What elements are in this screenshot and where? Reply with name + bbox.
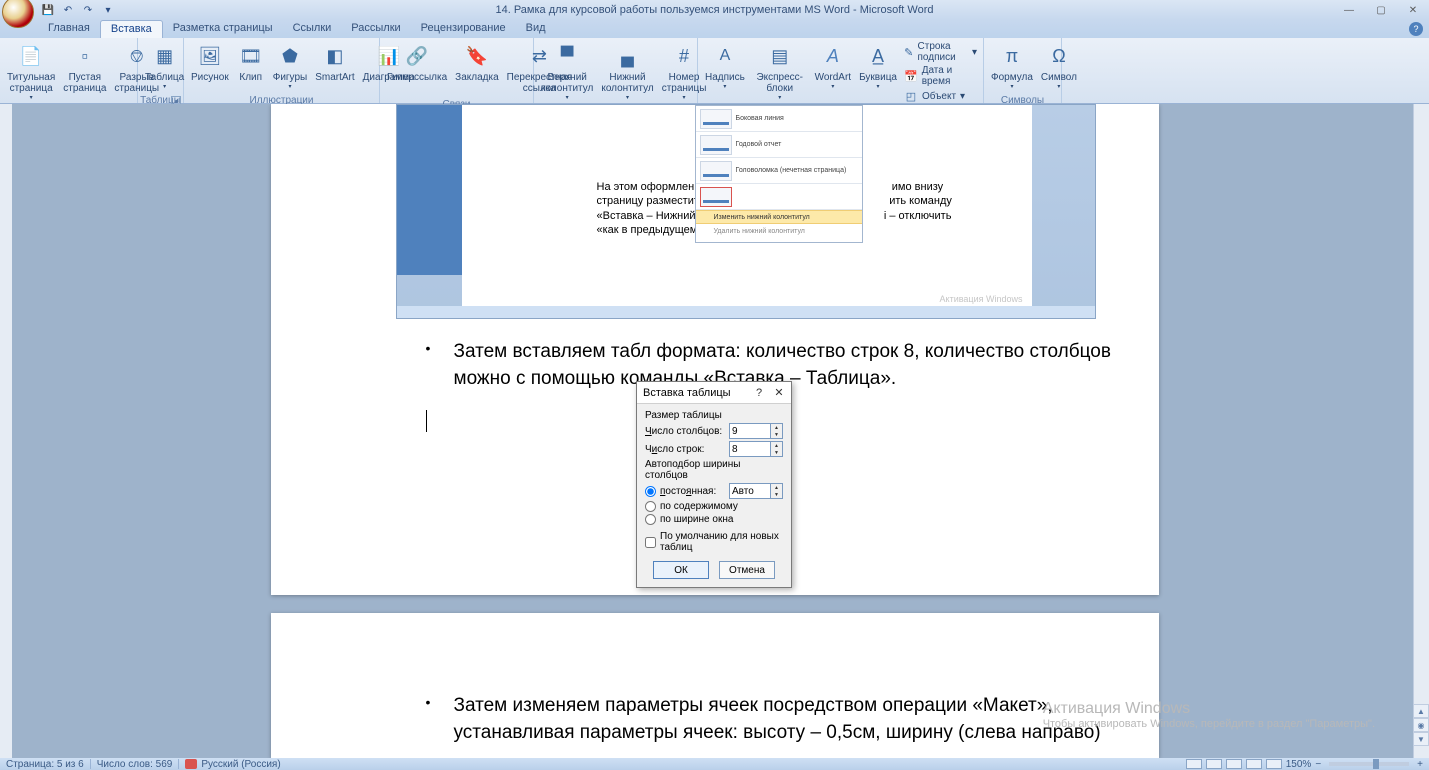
ribbon-tabs: Главная Вставка Разметка страницы Ссылки…	[0, 20, 1429, 38]
hyperlink-button[interactable]: 🔗Гиперссылка	[384, 40, 450, 85]
document-page-next[interactable]: • Затем изменяем параметры ячеек посредс…	[271, 613, 1159, 758]
rows-spin-down[interactable]: ▼	[771, 449, 782, 456]
rows-input[interactable]	[729, 441, 771, 457]
date-time-button[interactable]: 📅Дата и время	[902, 64, 979, 88]
status-wordcount[interactable]: Число слов: 569	[97, 759, 173, 770]
columns-input[interactable]	[729, 423, 771, 439]
view-web[interactable]	[1226, 759, 1242, 769]
textbox-button[interactable]: AНадпись▾	[702, 40, 748, 92]
bookmark-button[interactable]: 🔖Закладка	[452, 40, 501, 85]
radio-fixed[interactable]	[645, 486, 656, 497]
proofing-icon[interactable]	[185, 759, 197, 769]
dialog-size-label: Размер таблицы	[645, 410, 783, 421]
ribbon: 📄Титульная страница▾ ▫Пустая страница ⎊Р…	[0, 38, 1429, 104]
zoom-level[interactable]: 150%	[1286, 759, 1312, 770]
insert-table-dialog: Вставка таблицы ? ✕ Размер таблицы Число…	[636, 381, 792, 588]
signature-line-button[interactable]: ✎Строка подписи ▾	[902, 40, 979, 64]
close-button[interactable]: ✕	[1401, 3, 1425, 17]
view-draft[interactable]	[1266, 759, 1282, 769]
radio-window[interactable]	[645, 514, 656, 525]
radio-contents[interactable]	[645, 501, 656, 512]
dialog-close-button[interactable]: ✕	[769, 384, 789, 402]
qat-more-icon[interactable]: ▾	[100, 2, 116, 18]
fixed-width-input[interactable]	[729, 483, 771, 499]
undo-icon[interactable]: ↶	[60, 2, 76, 18]
radio-window-label: по ширине окна	[660, 514, 733, 525]
wordart-button[interactable]: AWordArt▾	[812, 40, 855, 92]
fw-spin-down[interactable]: ▼	[771, 491, 782, 498]
embedded-dropdown: Боковая линия Годовой отчет Головоломка …	[695, 105, 863, 243]
vertical-ruler	[0, 104, 12, 758]
columns-label: Число столбцов:	[645, 426, 722, 437]
quickparts-button[interactable]: ▤Экспресс-блоки▾	[750, 40, 810, 103]
status-bar: Страница: 5 из 6 Число слов: 569 Русский…	[0, 758, 1429, 770]
clipart-button[interactable]: 🎞Клип	[234, 40, 268, 85]
cover-page-button[interactable]: 📄Титульная страница▾	[4, 40, 58, 103]
redo-icon[interactable]: ↷	[80, 2, 96, 18]
rows-spin-up[interactable]: ▲	[771, 442, 782, 449]
zoom-slider[interactable]	[1329, 762, 1409, 766]
default-label: По умолчанию для новых таблиц	[660, 531, 783, 553]
dialog-autofit-label: Автоподбор ширины столбцов	[645, 459, 783, 481]
titlebar: 💾 ↶ ↷ ▾ 14. Рамка для курсовой работы по…	[0, 0, 1429, 20]
dialog-titlebar[interactable]: Вставка таблицы ? ✕	[637, 382, 791, 404]
tab-review[interactable]: Рецензирование	[411, 20, 516, 38]
shapes-button[interactable]: ⬟Фигуры▾	[270, 40, 310, 92]
equation-button[interactable]: πФормула▾	[988, 40, 1036, 92]
tab-home[interactable]: Главная	[38, 20, 100, 38]
smartart-button[interactable]: ◧SmartArt	[312, 40, 357, 85]
status-page[interactable]: Страница: 5 из 6	[6, 759, 84, 770]
dropcap-button[interactable]: A̲Буквица▾	[856, 40, 900, 92]
radio-contents-label: по содержимому	[660, 501, 738, 512]
vertical-scrollbar[interactable]	[1413, 104, 1429, 758]
blank-page-button[interactable]: ▫Пустая страница	[60, 40, 109, 96]
help-icon[interactable]: ?	[1409, 22, 1423, 36]
zoom-in-button[interactable]: +	[1417, 759, 1423, 770]
minimize-button[interactable]: —	[1337, 3, 1361, 17]
window-title: 14. Рамка для курсовой работы пользуемся…	[495, 4, 933, 16]
cols-spin-up[interactable]: ▲	[771, 424, 782, 431]
embedded-image: На этом оформление раимо внизу страницу …	[396, 104, 1096, 319]
ok-button[interactable]: ОК	[653, 561, 709, 579]
next-page-button[interactable]: ▼	[1413, 732, 1429, 746]
cols-spin-down[interactable]: ▼	[771, 431, 782, 438]
browse-object-button[interactable]: ◉	[1413, 718, 1429, 732]
tab-insert[interactable]: Вставка	[100, 20, 163, 38]
header-button[interactable]: ▀Верхний колонтитул▾	[538, 40, 596, 103]
footer-button[interactable]: ▄Нижний колонтитул▾	[598, 40, 656, 103]
paragraph-2: • Затем изменяем параметры ячеек посредс…	[271, 693, 1159, 746]
rows-label: Число строк:	[645, 444, 704, 455]
table-button[interactable]: ▦Таблица▾	[142, 40, 187, 92]
tab-page-layout[interactable]: Разметка страницы	[163, 20, 283, 38]
save-icon[interactable]: 💾	[40, 2, 56, 18]
default-checkbox[interactable]	[645, 537, 656, 548]
fw-spin-up[interactable]: ▲	[771, 484, 782, 491]
tab-mailings[interactable]: Рассылки	[341, 20, 410, 38]
zoom-out-button[interactable]: −	[1315, 759, 1321, 770]
tab-view[interactable]: Вид	[516, 20, 556, 38]
object-button[interactable]: ◰Объект ▾	[902, 88, 979, 104]
picture-button[interactable]: 🖼Рисунок	[188, 40, 232, 85]
status-language[interactable]: Русский (Россия)	[201, 759, 280, 770]
symbol-button[interactable]: ΩСимвол▾	[1038, 40, 1080, 92]
cancel-button[interactable]: Отмена	[719, 561, 775, 579]
maximize-button[interactable]: ▢	[1369, 3, 1393, 17]
dialog-title: Вставка таблицы	[643, 387, 731, 399]
view-fullscreen[interactable]	[1206, 759, 1222, 769]
quick-access-toolbar: 💾 ↶ ↷ ▾	[40, 2, 116, 18]
dialog-help-button[interactable]: ?	[749, 384, 769, 402]
view-print-layout[interactable]	[1186, 759, 1202, 769]
tab-references[interactable]: Ссылки	[283, 20, 342, 38]
document-area: На этом оформление раимо внизу страницу …	[0, 104, 1429, 758]
view-outline[interactable]	[1246, 759, 1262, 769]
prev-page-button[interactable]: ▲	[1413, 704, 1429, 718]
